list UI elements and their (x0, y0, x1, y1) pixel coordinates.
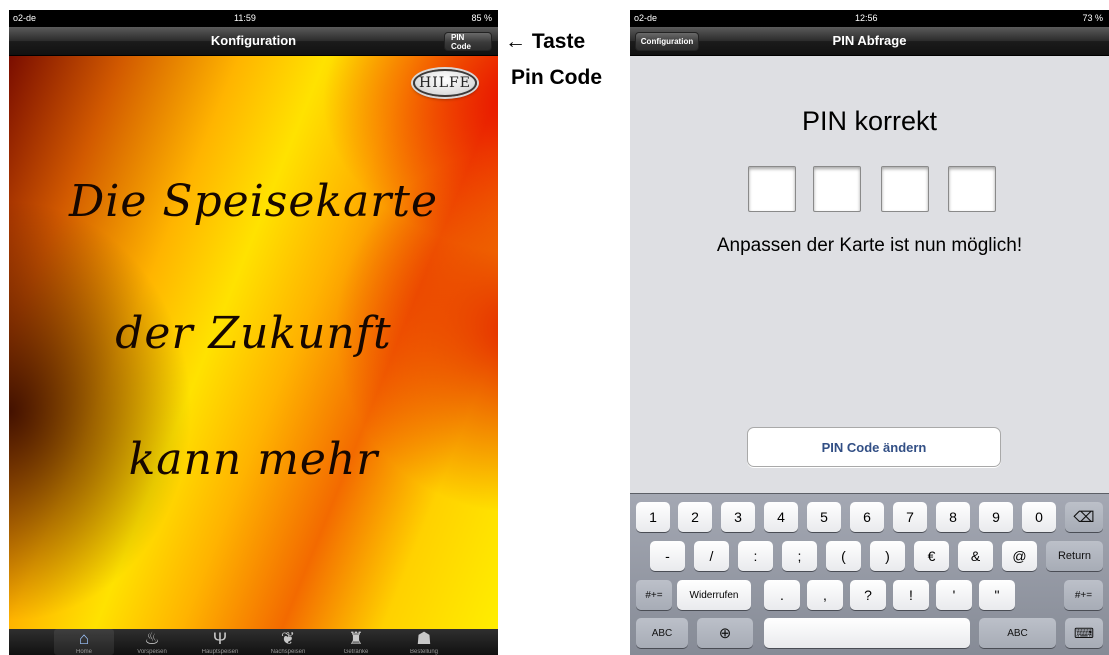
key-4[interactable]: 4 (764, 502, 798, 532)
annotation-line-1: Taste (531, 30, 586, 53)
key-question[interactable]: ? (850, 580, 886, 610)
battery-level: 85 % (471, 13, 492, 23)
slogan-line-2: der Zukunft (115, 308, 392, 359)
key-0[interactable]: 0 (1022, 502, 1056, 532)
key-comma[interactable]: , (807, 580, 843, 610)
abc-key-left[interactable]: ABC (636, 618, 688, 648)
tab-label: Vorspeisen (137, 649, 167, 655)
tab-home[interactable]: ⌂ Home (54, 629, 114, 655)
key-slash[interactable]: / (694, 541, 729, 571)
navigation-bar: Konfiguration PIN Code (9, 27, 498, 56)
nav-title: PIN Abfrage (832, 33, 907, 48)
change-pin-button[interactable]: PIN Code ändern (747, 427, 1001, 467)
key-1[interactable]: 1 (636, 502, 670, 532)
key-9[interactable]: 9 (979, 502, 1013, 532)
help-button[interactable]: HILFE (413, 69, 477, 97)
return-key[interactable]: Return (1046, 541, 1103, 571)
key-quote[interactable]: " (979, 580, 1015, 610)
soup-icon: ♨ (144, 629, 160, 648)
pin-digit-field-3[interactable] (881, 166, 929, 212)
keyboard-hide-icon[interactable]: ⌨ (1065, 618, 1103, 648)
slogan-line-1: Die Speisekarte (68, 176, 439, 227)
annotation-line-2: Pin Code (511, 66, 603, 89)
home-icon: ⌂ (78, 629, 90, 648)
clock: 12:56 (855, 13, 878, 23)
key-symbols-right[interactable]: #+= (1064, 580, 1103, 610)
back-button[interactable]: Configuration (635, 32, 699, 51)
tab-vorspeisen[interactable]: ♨ Vorspeisen (122, 629, 182, 655)
key-symbols-left[interactable]: #+= (636, 580, 672, 610)
tab-nachspeisen[interactable]: ❦ Nachspeisen (258, 629, 318, 655)
carrier-label: o2-de (13, 13, 37, 23)
annotation-arrow-label: ← Taste (505, 30, 585, 54)
tab-label: Getränke (343, 649, 369, 655)
key-open-paren[interactable]: ( (826, 541, 861, 571)
key-minus[interactable]: - (650, 541, 685, 571)
tab-bar: ⌂ Home ♨ Vorspeisen Ψ Hauptspeisen ❦ Nac… (9, 629, 498, 655)
pin-code-button[interactable]: PIN Code (444, 32, 492, 51)
pin-status-title: PIN korrekt (801, 106, 938, 136)
key-7[interactable]: 7 (893, 502, 927, 532)
tab-label: Nachspeisen (270, 649, 306, 655)
tab-getraenke[interactable]: ♜ Getränke (326, 629, 386, 655)
key-euro[interactable]: € (914, 541, 949, 571)
pin-digit-field-4[interactable] (948, 166, 996, 212)
battery-level: 73 % (1082, 13, 1103, 23)
key-colon[interactable]: : (738, 541, 773, 571)
slogan-line-3: kann mehr (128, 434, 379, 485)
bottles-icon: ♜ (348, 629, 364, 648)
space-key[interactable] (764, 618, 970, 648)
status-bar: o2-de 11:59 85 % (9, 10, 498, 27)
key-period[interactable]: . (764, 580, 800, 610)
key-3[interactable]: 3 (721, 502, 755, 532)
tab-label: Bestellung (409, 649, 439, 655)
key-6[interactable]: 6 (850, 502, 884, 532)
carrier-label: o2-de (634, 13, 658, 23)
clock: 11:59 (234, 13, 256, 23)
pin-digit-field-1[interactable] (748, 166, 796, 212)
globe-icon[interactable]: ⊕ (697, 618, 753, 648)
right-ipad-screen: o2-de 12:56 73 % PIN Abfrage Configurati… (630, 10, 1109, 655)
delete-key-icon[interactable]: ⌫ (1065, 502, 1103, 532)
onscreen-keyboard: 1 2 3 4 5 6 7 8 9 0 ⌫ - / : ; ( ) € & @ … (630, 493, 1109, 655)
left-ipad-screen: o2-de 11:59 85 % Konfiguration PIN Code … (9, 10, 498, 655)
nav-title: Konfiguration (210, 33, 297, 48)
tab-bestellung[interactable]: ☗ Bestellung (394, 629, 454, 655)
tab-label: Hauptspeisen (201, 649, 239, 655)
waiter-icon: ☗ (416, 629, 432, 648)
status-bar: o2-de 12:56 73 % (630, 10, 1109, 27)
dessert-icon: ❦ (280, 629, 296, 648)
key-exclamation[interactable]: ! (893, 580, 929, 610)
key-5[interactable]: 5 (807, 502, 841, 532)
key-semicolon[interactable]: ; (782, 541, 817, 571)
key-8[interactable]: 8 (936, 502, 970, 532)
tab-hauptspeisen[interactable]: Ψ Hauptspeisen (190, 629, 250, 655)
key-2[interactable]: 2 (678, 502, 712, 532)
abc-key-right[interactable]: ABC (979, 618, 1056, 648)
left-arrow-icon: ← (505, 30, 526, 53)
key-apostrophe[interactable]: ' (936, 580, 972, 610)
menu-poster: Die Speisekarte der Zukunft kann mehr (9, 56, 498, 629)
navigation-bar: PIN Abfrage Configuration (630, 27, 1109, 56)
pin-digit-field-2[interactable] (813, 166, 861, 212)
tab-label: Home (75, 649, 92, 655)
fork-knife-icon: Ψ (212, 629, 228, 648)
key-close-paren[interactable]: ) (870, 541, 905, 571)
key-at[interactable]: @ (1002, 541, 1037, 571)
undo-key[interactable]: Widerrufen (677, 580, 751, 610)
pin-success-message: Anpassen der Karte ist nun möglich! (716, 235, 1023, 256)
key-ampersand[interactable]: & (958, 541, 993, 571)
